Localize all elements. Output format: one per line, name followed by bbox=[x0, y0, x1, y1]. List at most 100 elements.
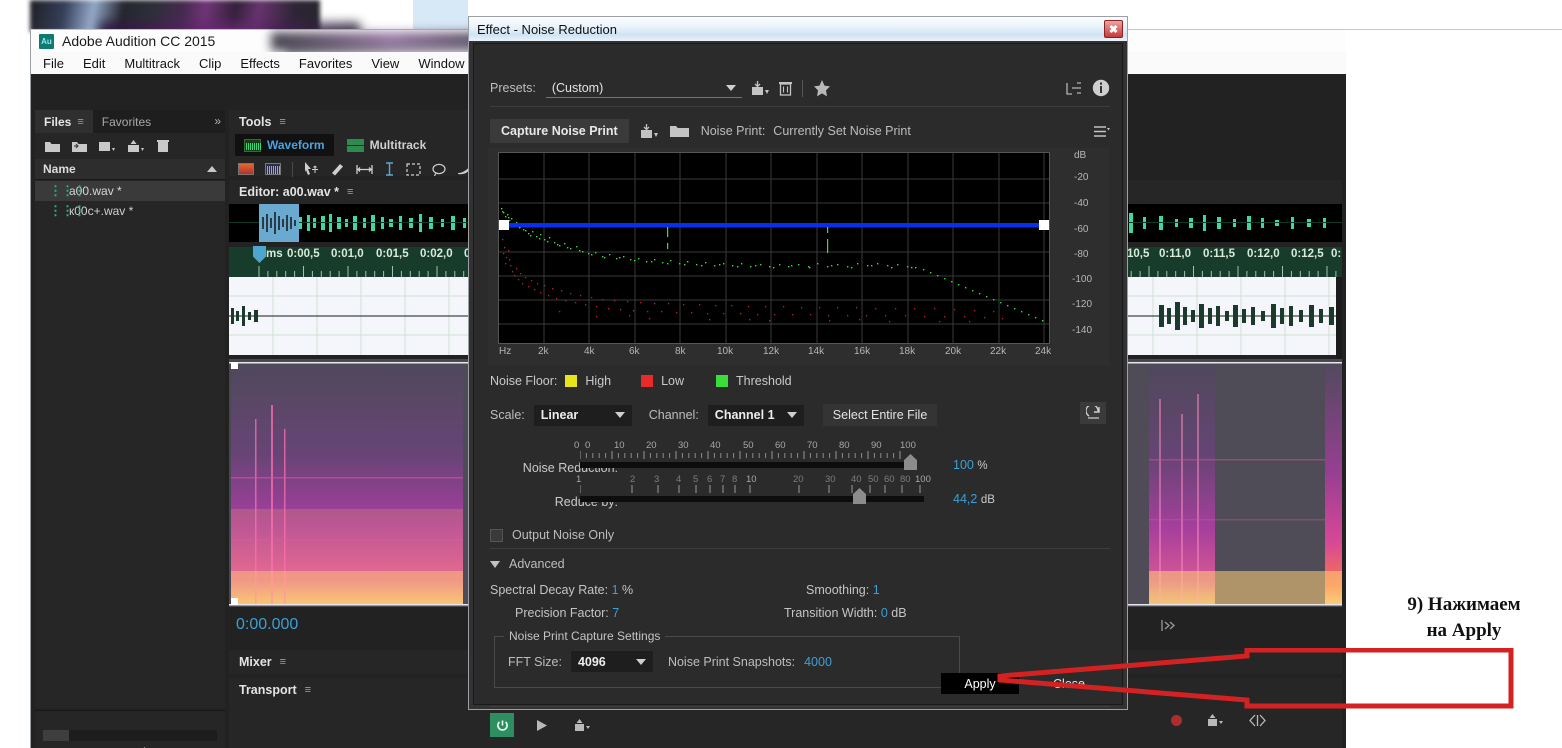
snapshots-value[interactable]: 4000 bbox=[804, 655, 832, 669]
favorite-star-icon[interactable] bbox=[813, 79, 831, 97]
menu-item-clip[interactable]: Clip bbox=[199, 56, 221, 71]
record-icon[interactable] bbox=[1171, 715, 1182, 726]
menu-item-window[interactable]: Window bbox=[418, 56, 464, 71]
reduce-by-track[interactable] bbox=[580, 496, 924, 502]
menu-item-multitrack[interactable]: Multitrack bbox=[124, 56, 180, 71]
x-tick: 6k bbox=[629, 346, 640, 357]
chevron-down-icon bbox=[635, 658, 646, 665]
noise-print-value: Currently Set Noise Print bbox=[773, 124, 911, 138]
noise-reduction-ticks bbox=[580, 451, 901, 459]
menu-item-view[interactable]: View bbox=[371, 56, 399, 71]
power-toggle-icon[interactable] bbox=[490, 713, 514, 737]
tools-panel-menu-icon[interactable]: ≡ bbox=[279, 116, 285, 128]
rb-tick-5: 5 bbox=[693, 474, 699, 485]
load-noise-print-icon[interactable] bbox=[669, 124, 689, 138]
select-entire-file-button[interactable]: Select Entire File bbox=[822, 404, 938, 426]
preview-scrollbar[interactable] bbox=[43, 730, 217, 741]
save-noise-print-icon[interactable] bbox=[640, 123, 658, 139]
open-folder-icon[interactable] bbox=[45, 140, 60, 152]
nr-tick: 80 bbox=[839, 440, 850, 451]
files-panel-menu-icon[interactable]: ≡ bbox=[77, 116, 83, 128]
preset-select[interactable]: (Custom) bbox=[545, 78, 742, 98]
legend-swatch-low bbox=[641, 375, 654, 387]
capture-noise-print-button[interactable]: Capture Noise Print bbox=[490, 119, 629, 143]
menu-item-file[interactable]: File bbox=[43, 56, 64, 71]
nr-tick: 70 bbox=[807, 440, 818, 451]
y-tick: -80 bbox=[1074, 249, 1089, 260]
y-axis: dB -20 -40 -60 -80 -100 -120 -140 bbox=[1058, 148, 1104, 356]
panel-menu-icon[interactable] bbox=[1094, 125, 1110, 138]
x-tick: 24k bbox=[1035, 346, 1052, 357]
import-folder-icon[interactable] bbox=[72, 140, 87, 152]
dialog-title-bar[interactable]: Effect - Noise Reduction ✖ bbox=[469, 17, 1127, 41]
ruler-label: 0: bbox=[1331, 248, 1342, 260]
rb-tick-30: 30 bbox=[825, 474, 836, 485]
menu-item-favorites[interactable]: Favorites bbox=[299, 56, 352, 71]
noise-floor-legend: Noise Floor: High Low Threshold bbox=[490, 374, 792, 388]
smoothing-row[interactable]: Smoothing: 1 bbox=[806, 583, 880, 597]
menu-item-effects[interactable]: Effects bbox=[240, 56, 280, 71]
spectral-frequency-icon[interactable] bbox=[238, 163, 254, 175]
close-icon[interactable]: ✖ bbox=[1104, 20, 1123, 38]
x-tick: Hz bbox=[499, 346, 512, 357]
slip-tool-icon[interactable] bbox=[330, 162, 345, 176]
text-cursor-icon[interactable] bbox=[384, 162, 395, 176]
nr-tick: 10 bbox=[614, 440, 625, 451]
time-selection-icon[interactable] bbox=[356, 163, 373, 176]
routing-icon[interactable] bbox=[1066, 81, 1082, 96]
file-list-item-k00c[interactable]: ⋮⋮⋮ к00с+.wav * bbox=[35, 201, 225, 221]
chevron-down-icon bbox=[490, 560, 500, 568]
editor-panel-menu-icon[interactable]: ≡ bbox=[347, 186, 353, 198]
scale-label: Scale: bbox=[490, 408, 525, 422]
transition-width-row[interactable]: Transition Width: 0 dB bbox=[784, 606, 907, 620]
ruler-label: 0:12,5 bbox=[1291, 248, 1324, 260]
output-noise-only-row[interactable]: Output Noise Only bbox=[490, 528, 614, 542]
menu-item-edit[interactable]: Edit bbox=[83, 56, 105, 71]
skip-icon[interactable] bbox=[1249, 714, 1266, 727]
preview-scrollbar-thumb[interactable] bbox=[43, 730, 69, 741]
tab-files[interactable]: Files ≡ bbox=[35, 110, 93, 133]
output-noise-only-checkbox[interactable] bbox=[490, 528, 503, 542]
export-icon[interactable] bbox=[128, 139, 145, 153]
waveform-mode-button[interactable]: Waveform bbox=[235, 134, 334, 156]
preview-loop-icon[interactable] bbox=[575, 718, 590, 732]
tabs-overflow-icon[interactable]: » bbox=[214, 114, 221, 128]
scale-select[interactable]: Linear bbox=[533, 404, 632, 426]
loop-playback-icon[interactable] bbox=[1208, 714, 1223, 727]
noise-reduction-track[interactable] bbox=[580, 462, 910, 468]
save-preset-icon[interactable] bbox=[751, 80, 769, 96]
spectral-decay-rate-row[interactable]: Spectral Decay Rate: 1 % bbox=[490, 583, 633, 597]
precision-factor-value: 7 bbox=[612, 606, 620, 620]
reset-icon[interactable] bbox=[1080, 402, 1106, 424]
transport-buttons bbox=[1171, 714, 1266, 727]
multitrack-mode-button[interactable]: Multitrack bbox=[338, 134, 436, 156]
spectral-pitch-icon[interactable] bbox=[265, 163, 281, 175]
move-tool-icon[interactable] bbox=[304, 162, 319, 176]
info-icon[interactable] bbox=[1092, 79, 1110, 97]
presets-section-divider bbox=[490, 106, 1110, 107]
tab-favorites[interactable]: Favorites bbox=[93, 110, 160, 133]
marquee-selection-icon[interactable] bbox=[406, 162, 421, 176]
delete-preset-icon[interactable] bbox=[778, 81, 792, 96]
lasso-selection-icon[interactable] bbox=[432, 163, 447, 176]
preview-play-icon[interactable] bbox=[536, 719, 549, 732]
sort-ascending-icon[interactable] bbox=[207, 166, 217, 172]
new-file-icon[interactable] bbox=[99, 140, 116, 152]
reduce-by-ticks bbox=[580, 485, 921, 493]
editor-zoom-icon[interactable] bbox=[1161, 619, 1177, 632]
file-preview-panel bbox=[35, 710, 225, 748]
y-tick: -100 bbox=[1072, 274, 1093, 285]
noise-print-graph[interactable] bbox=[498, 152, 1050, 344]
advanced-toggle[interactable]: Advanced bbox=[490, 557, 565, 571]
delete-icon[interactable] bbox=[157, 139, 169, 153]
file-list-item-a00[interactable]: ⋮⋮⋮ a00.wav * bbox=[35, 181, 225, 201]
channel-select[interactable]: Channel 1 bbox=[707, 404, 804, 426]
transport-panel-menu-icon[interactable]: ≡ bbox=[305, 684, 311, 696]
overview-selection[interactable] bbox=[259, 204, 299, 242]
mixer-panel-menu-icon[interactable]: ≡ bbox=[280, 656, 286, 668]
precision-factor-row[interactable]: Precision Factor: 7 bbox=[515, 606, 619, 620]
x-tick: 10k bbox=[717, 346, 734, 357]
nr-tick: 0 bbox=[585, 440, 591, 451]
fft-size-select[interactable]: 4096 bbox=[570, 651, 653, 672]
multitrack-mode-icon bbox=[346, 138, 364, 152]
